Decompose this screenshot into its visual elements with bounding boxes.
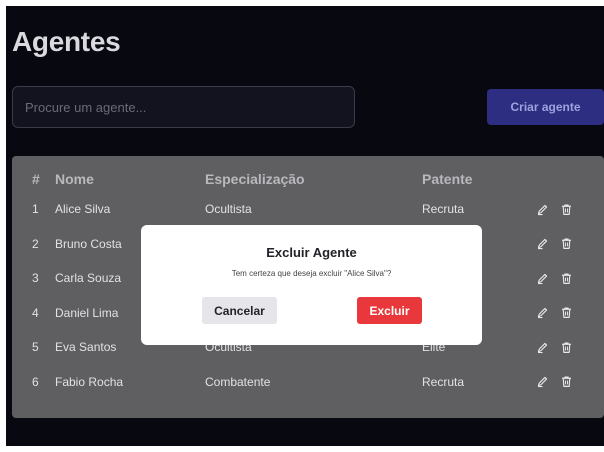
row-num: 6	[32, 374, 39, 389]
header-actions	[535, 166, 604, 192]
dialog-message: Tem certeza que deseja excluir "Alice Si…	[231, 269, 392, 278]
trash-icon[interactable]	[559, 340, 573, 354]
pencil-icon[interactable]	[535, 237, 549, 251]
trash-icon[interactable]	[559, 271, 573, 285]
row-num: 1	[32, 202, 39, 217]
pencil-icon[interactable]	[535, 306, 549, 320]
row-rank: Recruta	[422, 202, 465, 217]
header-name: Nome	[55, 171, 94, 187]
search-input[interactable]	[12, 86, 355, 128]
header-num: #	[32, 171, 40, 187]
pencil-icon[interactable]	[535, 271, 549, 285]
row-num: 3	[32, 271, 39, 286]
row-actions	[535, 330, 604, 365]
row-actions	[535, 192, 604, 227]
header-rank: Patente	[422, 171, 473, 187]
pencil-icon[interactable]	[535, 202, 549, 216]
confirm-delete-button[interactable]: Excluir	[357, 297, 422, 324]
trash-icon[interactable]	[559, 237, 573, 251]
row-name: Alice Silva	[55, 202, 111, 217]
row-num: 4	[32, 305, 39, 320]
trash-icon[interactable]	[559, 375, 573, 389]
create-agent-button[interactable]: Criar agente	[487, 89, 604, 125]
pencil-icon[interactable]	[535, 340, 549, 354]
row-specialization: Ocultista	[205, 202, 252, 217]
dialog-title: Excluir Agente	[266, 245, 357, 260]
row-specialization: Combatente	[205, 374, 271, 389]
header-specialization: Especialização	[205, 171, 305, 187]
row-num: 5	[32, 340, 39, 355]
row-actions	[535, 296, 604, 331]
row-actions	[535, 365, 604, 400]
row-rank: Recruta	[422, 374, 465, 389]
table-header-row: # Nome Especialização Patente	[12, 166, 604, 192]
pencil-icon[interactable]	[535, 375, 549, 389]
table-row: 6 Fabio Rocha Combatente Recruta	[12, 365, 604, 400]
trash-icon[interactable]	[559, 202, 573, 216]
row-actions	[535, 261, 604, 296]
trash-icon[interactable]	[559, 306, 573, 320]
row-num: 2	[32, 236, 39, 251]
row-name: Fabio Rocha	[55, 374, 124, 389]
table-row: 1 Alice Silva Ocultista Recruta	[12, 192, 604, 227]
page-title: Agentes	[12, 26, 121, 57]
row-actions	[535, 227, 604, 262]
delete-confirm-dialog: Excluir Agente Tem certeza que deseja ex…	[141, 225, 482, 345]
cancel-button[interactable]: Cancelar	[202, 297, 277, 324]
